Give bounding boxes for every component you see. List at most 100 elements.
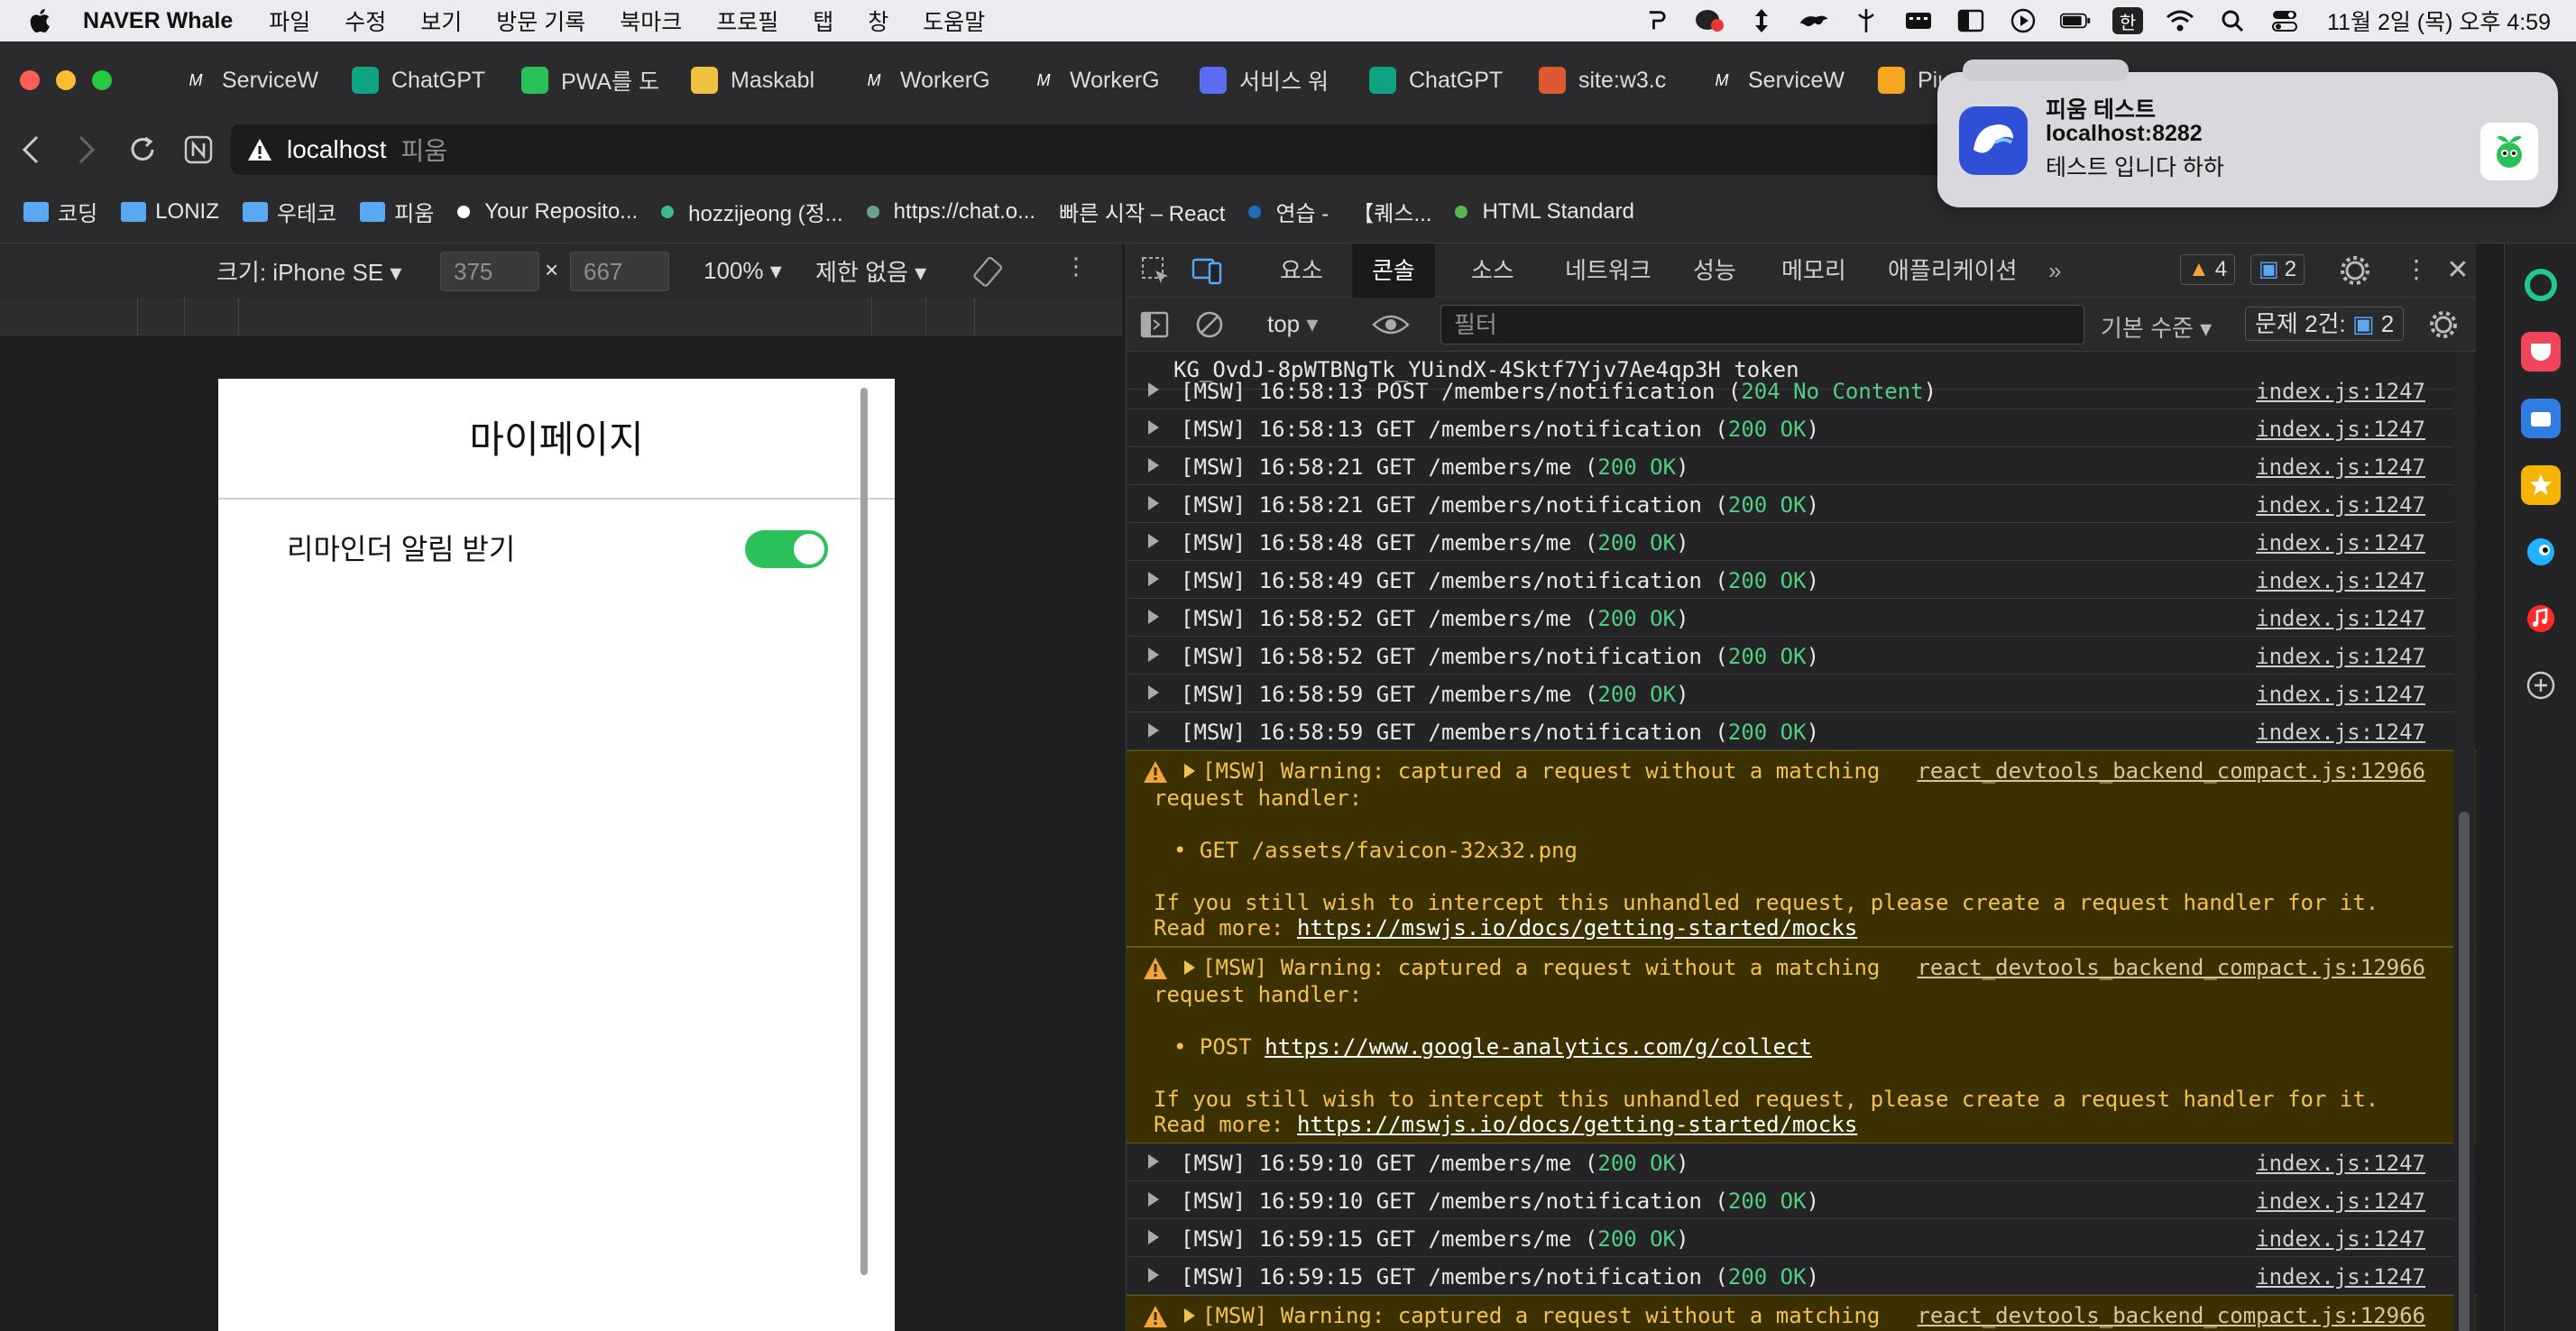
clock[interactable]: 11월 2일 (목) 오후 4:59 — [2327, 5, 2551, 37]
console-warning[interactable]: [MSW] Warning: captured a request withou… — [1127, 750, 2476, 947]
menu-edit[interactable]: 수정 — [345, 5, 386, 37]
expand-arrow-icon[interactable] — [1148, 1230, 1159, 1244]
lookup-icon[interactable] — [1642, 7, 1672, 34]
menu-profile[interactable]: 프로필 — [716, 5, 778, 37]
tab-application[interactable]: 애플리케이션 — [1868, 243, 2038, 298]
console-log-row[interactable]: [MSW] 16:58:59 GET /members/me (200 OK) i… — [1127, 675, 2476, 712]
menu-help[interactable]: 도움말 — [923, 5, 985, 37]
menu-window[interactable]: 창 — [868, 5, 888, 37]
log-source-link[interactable]: index.js:1247 — [2256, 379, 2425, 404]
browser-tab[interactable]: M ServiceW — [166, 53, 336, 107]
tab-sources[interactable]: 소스 — [1451, 243, 1534, 298]
expand-arrow-icon[interactable] — [1148, 1154, 1159, 1169]
console-log-row[interactable]: [MSW] 16:58:52 GET /members/notification… — [1127, 637, 2476, 675]
device-size-select[interactable]: 크기: iPhone SE ▾ — [216, 254, 401, 288]
console-settings-icon[interactable] — [2427, 308, 2460, 341]
add-sidebar-app-icon[interactable] — [2521, 666, 2561, 705]
menu-tab[interactable]: 탭 — [813, 5, 833, 37]
input-method-icon[interactable]: 한 — [2112, 7, 2144, 34]
console-log-row[interactable]: [MSW] 16:59:10 GET /members/notification… — [1127, 1181, 2476, 1219]
panther-icon[interactable] — [1799, 7, 1829, 34]
expand-arrow-icon[interactable] — [1148, 723, 1159, 738]
warning-source-link[interactable]: react_devtools_backend_compact.js:12966 — [1917, 1303, 2425, 1328]
menu-view[interactable]: 보기 — [420, 5, 462, 37]
log-source-link[interactable]: index.js:1247 — [2256, 1264, 2425, 1290]
tab-console[interactable]: 콘솔 — [1352, 243, 1435, 298]
expand-arrow-icon[interactable] — [1148, 1268, 1159, 1282]
green-circle-app-icon[interactable] — [2521, 265, 2561, 305]
menu-history[interactable]: 방문 기록 — [496, 5, 585, 37]
bookmark-item[interactable]: HTML Standard — [1455, 199, 1634, 225]
bookmark-item[interactable]: 연습 - — [1248, 196, 1329, 227]
expand-arrow-icon[interactable] — [1148, 496, 1159, 510]
more-tabs-icon[interactable]: » — [2029, 243, 2081, 298]
control-center-icon[interactable] — [2269, 7, 2300, 34]
wifi-icon[interactable] — [2165, 7, 2195, 34]
log-source-link[interactable]: index.js:1247 — [2256, 530, 2425, 555]
browser-tab[interactable]: M WorkerG — [1014, 53, 1183, 107]
rotate-device-icon[interactable] — [971, 254, 1007, 290]
message-count-badge[interactable]: ▣ 2 — [2250, 254, 2305, 285]
papago-icon[interactable] — [2521, 532, 2561, 572]
apple-logo-icon[interactable] — [25, 5, 56, 36]
log-level-select[interactable]: 기본 수준 ▾ — [2101, 310, 2212, 344]
back-button[interactable] — [13, 132, 49, 168]
viewport-height-input[interactable]: 667 — [570, 252, 669, 291]
favorites-star-icon[interactable] — [2521, 465, 2561, 505]
device-toggle-icon[interactable] — [1191, 254, 1224, 287]
console-log-row[interactable]: [MSW] 16:58:13 GET /members/notification… — [1127, 409, 2476, 447]
browser-tab[interactable]: PWA를 도 — [505, 53, 675, 107]
more-options-icon[interactable]: ⋮ — [1064, 252, 1088, 280]
zoom-select[interactable]: 100% ▾ — [704, 257, 782, 285]
log-source-link[interactable]: index.js:1247 — [2256, 606, 2425, 631]
viewport-width-input[interactable]: 375 — [440, 252, 539, 291]
log-source-link[interactable]: index.js:1247 — [2256, 644, 2425, 669]
play-icon[interactable] — [2008, 7, 2038, 34]
tab-elements[interactable]: 요소 — [1260, 243, 1343, 298]
music-icon[interactable] — [2521, 599, 2561, 638]
zoom-window-button[interactable] — [92, 70, 112, 90]
console-log-row[interactable]: [MSW] 16:58:52 GET /members/me (200 OK) i… — [1127, 599, 2476, 637]
not-secure-warning-icon[interactable] — [247, 137, 272, 162]
bookmark-item[interactable]: 【퀘스... — [1352, 196, 1431, 227]
log-source-link[interactable]: index.js:1247 — [2256, 1226, 2425, 1252]
url-host[interactable]: localhost — [287, 135, 387, 164]
browser-tab[interactable]: site:w3.c — [1523, 53, 1692, 107]
console-log-row[interactable]: [MSW] 16:59:15 GET /members/notification… — [1127, 1257, 2476, 1295]
console-scrollbar[interactable] — [2453, 352, 2475, 1331]
minimize-window-button[interactable] — [56, 70, 76, 90]
bookmark-item[interactable]: 빠른 시작 – React — [1059, 196, 1225, 227]
bookmark-folder[interactable]: 피움 — [360, 196, 434, 227]
warning-source-link[interactable]: react_devtools_backend_compact.js:12966 — [1917, 758, 2425, 784]
log-source-link[interactable]: index.js:1247 — [2256, 1151, 2425, 1176]
expand-arrow-icon[interactable] — [1148, 572, 1159, 586]
live-expression-eye-icon[interactable] — [1372, 310, 1410, 339]
console-filter-input[interactable]: 필터 — [1440, 305, 2084, 344]
reminder-toggle[interactable] — [745, 530, 828, 568]
console-log-row[interactable]: [MSW] 16:58:48 GET /members/me (200 OK) i… — [1127, 523, 2476, 561]
console-log-row[interactable]: [MSW] 16:58:49 GET /members/notification… — [1127, 561, 2476, 599]
console-log-row[interactable]: [MSW] 16:59:15 GET /members/me (200 OK) i… — [1127, 1219, 2476, 1257]
expand-arrow-icon[interactable] — [1148, 534, 1159, 548]
expand-arrow-icon[interactable] — [1148, 382, 1159, 397]
chat-notification-icon[interactable] — [1694, 7, 1725, 34]
menu-bookmarks[interactable]: 북마크 — [620, 5, 682, 37]
docs-link[interactable]: https://mswjs.io/docs/getting-started/mo… — [1297, 1112, 1857, 1137]
bookmark-item[interactable]: Your Reposito... — [457, 199, 638, 225]
log-source-link[interactable]: index.js:1247 — [2256, 454, 2425, 480]
expand-arrow-icon[interactable] — [1148, 647, 1159, 662]
issues-button[interactable]: 문제 2건: ▣ 2 — [2245, 307, 2405, 341]
browser-tab[interactable]: 서비스 워 — [1183, 53, 1353, 107]
system-notification[interactable]: 피움 테스트 localhost:8282 테스트 입니다 하하 — [1937, 60, 2558, 207]
sidebar-toggle-icon[interactable] — [1955, 7, 1986, 34]
tab-network[interactable]: 네트워크 — [1545, 243, 1671, 298]
expand-arrow-icon[interactable] — [1148, 458, 1159, 473]
updown-arrow-icon[interactable] — [1746, 7, 1777, 34]
console-log-row[interactable]: [MSW] 16:58:21 GET /members/notification… — [1127, 485, 2476, 523]
inspect-element-icon[interactable] — [1139, 254, 1172, 287]
bookmark-item[interactable]: https://chat.o... — [866, 199, 1035, 225]
warning-source-link[interactable]: react_devtools_backend_compact.js:12966 — [1917, 955, 2425, 980]
pocket-icon[interactable] — [2521, 332, 2561, 372]
devtools-menu-icon[interactable]: ⋮ — [2400, 254, 2433, 287]
console-warning[interactable]: [MSW] Warning: captured a request withou… — [1127, 1295, 2476, 1331]
